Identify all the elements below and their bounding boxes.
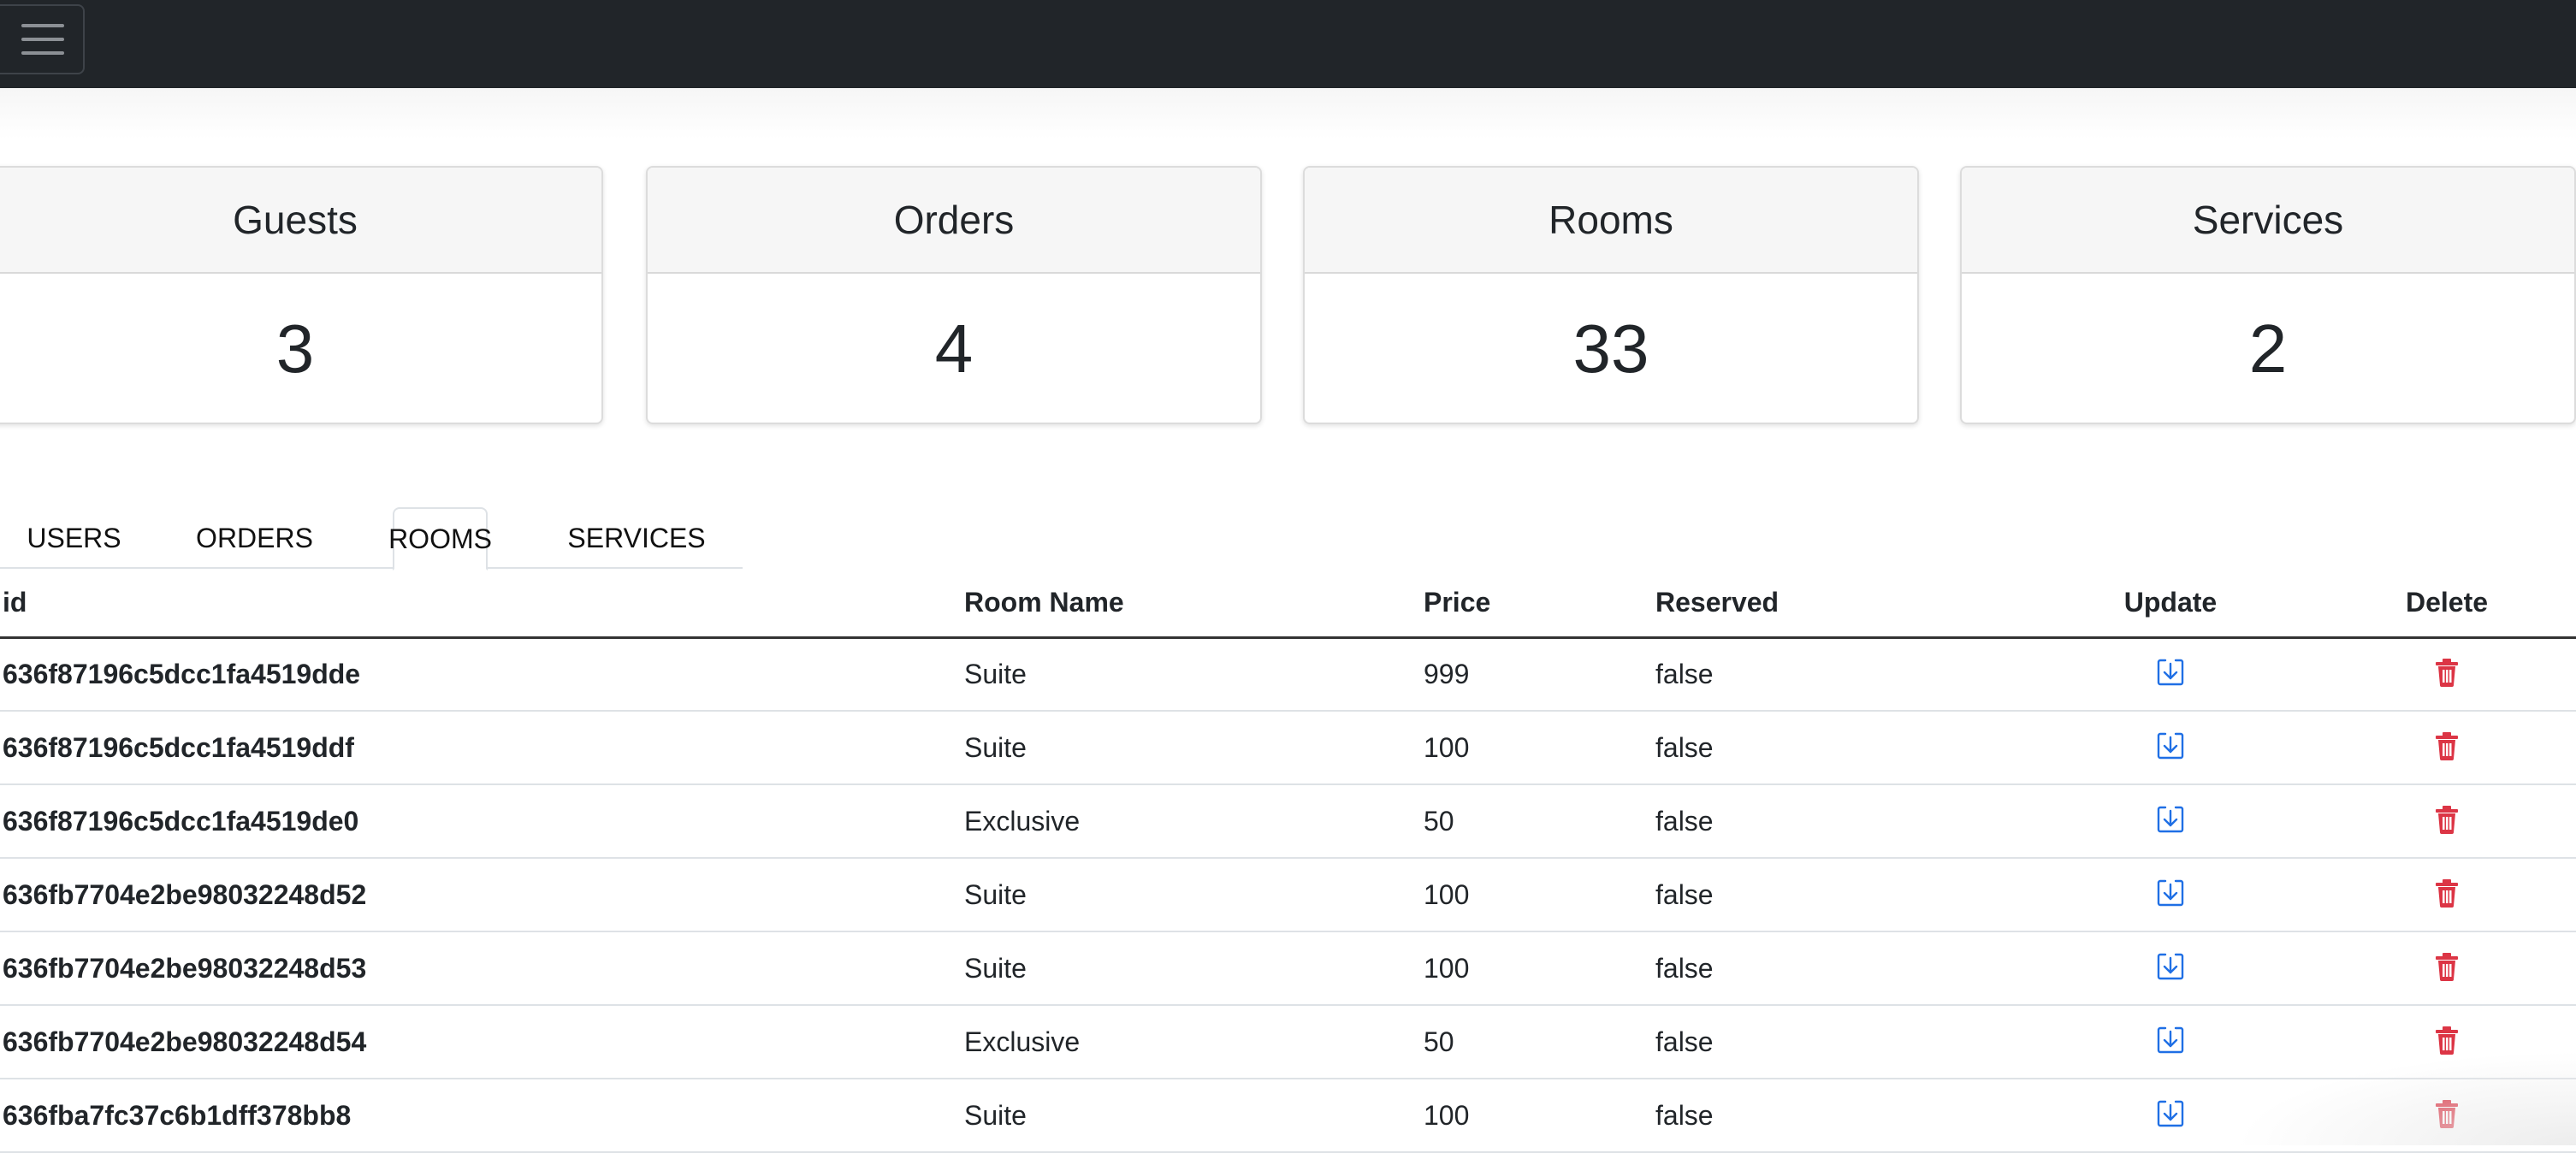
room-id: 636fba7fc37c6b1dff378bb8 xyxy=(0,1079,964,1152)
room-price: 50 xyxy=(1424,1005,1655,1079)
room-id: 636f87196c5dcc1fa4519dde xyxy=(0,637,964,711)
stat-card-title: Orders xyxy=(648,168,1260,274)
column-header-room-name: Room Name xyxy=(964,569,1424,637)
download-icon[interactable] xyxy=(2153,655,2188,689)
update-cell xyxy=(2023,1005,2318,1079)
update-cell xyxy=(2023,637,2318,711)
room-id: 636f87196c5dcc1fa4519ddf xyxy=(0,711,964,784)
tab-bar: USERS ORDERS ROOMS SERVICES xyxy=(0,507,743,569)
delete-cell xyxy=(2318,1079,2576,1152)
download-icon[interactable] xyxy=(2153,1023,2188,1057)
update-cell xyxy=(2023,858,2318,931)
hamburger-line xyxy=(21,38,64,41)
stat-card-title: Guests xyxy=(0,168,601,274)
delete-cell xyxy=(2318,858,2576,931)
download-icon[interactable] xyxy=(2153,949,2188,984)
stat-card-title: Services xyxy=(1962,168,2574,274)
room-reserved: false xyxy=(1655,784,2023,858)
room-price: 100 xyxy=(1424,931,1655,1005)
room-name: Exclusive xyxy=(964,1005,1424,1079)
table-row: 636f87196c5dcc1fa4519de0Exclusive50false xyxy=(0,784,2576,858)
column-header-update: Update xyxy=(2023,569,2318,637)
stat-card-orders: Orders 4 xyxy=(646,166,1262,424)
column-header-price: Price xyxy=(1424,569,1655,637)
trash-icon[interactable] xyxy=(2430,949,2464,984)
room-price: 100 xyxy=(1424,1079,1655,1152)
room-name: Suite xyxy=(964,931,1424,1005)
tab-users[interactable]: USERS xyxy=(0,507,148,569)
table-row: 636fb7704e2be98032248d52Suite100false xyxy=(0,858,2576,931)
stat-card-value: 33 xyxy=(1305,274,1917,424)
header-band xyxy=(0,88,2576,139)
room-reserved: false xyxy=(1655,1079,2023,1152)
hamburger-line xyxy=(21,24,64,27)
stat-card-rooms: Rooms 33 xyxy=(1303,166,1919,424)
room-price: 100 xyxy=(1424,711,1655,784)
delete-cell xyxy=(2318,784,2576,858)
room-reserved: false xyxy=(1655,711,2023,784)
trash-icon[interactable] xyxy=(2430,876,2464,910)
hamburger-line xyxy=(21,51,64,55)
trash-icon[interactable] xyxy=(2430,729,2464,763)
table-row: 636fba7fc37c6b1dff378bb8Suite100false xyxy=(0,1079,2576,1152)
delete-cell xyxy=(2318,711,2576,784)
room-price: 100 xyxy=(1424,858,1655,931)
stat-card-value: 3 xyxy=(0,274,601,424)
download-icon[interactable] xyxy=(2153,1097,2188,1131)
room-name: Suite xyxy=(964,637,1424,711)
update-cell xyxy=(2023,931,2318,1005)
table-row: 636fb7704e2be98032248d53Suite100false xyxy=(0,931,2576,1005)
stat-card-services: Services 2 xyxy=(1960,166,2576,424)
column-header-id: id xyxy=(0,569,964,637)
update-cell xyxy=(2023,711,2318,784)
room-name: Suite xyxy=(964,711,1424,784)
room-reserved: false xyxy=(1655,1005,2023,1079)
table-header-row: id Room Name Price Reserved Update Delet… xyxy=(0,569,2576,637)
stat-card-guests: Guests 3 xyxy=(0,166,603,424)
download-icon[interactable] xyxy=(2153,729,2188,763)
download-icon[interactable] xyxy=(2153,802,2188,837)
room-id: 636fb7704e2be98032248d54 xyxy=(0,1005,964,1079)
room-name: Suite xyxy=(964,858,1424,931)
navbar xyxy=(0,0,2576,88)
room-name: Suite xyxy=(964,1079,1424,1152)
column-header-delete: Delete xyxy=(2318,569,2576,637)
tab-services[interactable]: SERVICES xyxy=(548,507,725,569)
table-row: 636fb7704e2be98032248d54Exclusive50false xyxy=(0,1005,2576,1079)
column-header-reserved: Reserved xyxy=(1655,569,2023,637)
hamburger-menu-icon[interactable] xyxy=(0,4,85,74)
delete-cell xyxy=(2318,931,2576,1005)
trash-icon[interactable] xyxy=(2430,1023,2464,1057)
room-reserved: false xyxy=(1655,637,2023,711)
delete-cell xyxy=(2318,637,2576,711)
rooms-table: id Room Name Price Reserved Update Delet… xyxy=(0,569,2576,1153)
room-id: 636f87196c5dcc1fa4519de0 xyxy=(0,784,964,858)
room-reserved: false xyxy=(1655,931,2023,1005)
stat-card-title: Rooms xyxy=(1305,168,1917,274)
table-row: 636f87196c5dcc1fa4519ddeSuite999false xyxy=(0,637,2576,711)
room-id: 636fb7704e2be98032248d53 xyxy=(0,931,964,1005)
room-id: 636fb7704e2be98032248d52 xyxy=(0,858,964,931)
room-reserved: false xyxy=(1655,858,2023,931)
trash-icon[interactable] xyxy=(2430,655,2464,689)
stat-card-value: 4 xyxy=(648,274,1260,424)
tab-rooms[interactable]: ROOMS xyxy=(393,507,488,571)
update-cell xyxy=(2023,784,2318,858)
room-price: 999 xyxy=(1424,637,1655,711)
update-cell xyxy=(2023,1079,2318,1152)
table-row: 636f87196c5dcc1fa4519ddfSuite100false xyxy=(0,711,2576,784)
trash-icon[interactable] xyxy=(2430,802,2464,837)
trash-icon[interactable] xyxy=(2430,1097,2464,1131)
delete-cell xyxy=(2318,1005,2576,1079)
download-icon[interactable] xyxy=(2153,876,2188,910)
room-price: 50 xyxy=(1424,784,1655,858)
stat-card-value: 2 xyxy=(1962,274,2574,424)
room-name: Exclusive xyxy=(964,784,1424,858)
tab-orders[interactable]: ORDERS xyxy=(180,507,329,569)
